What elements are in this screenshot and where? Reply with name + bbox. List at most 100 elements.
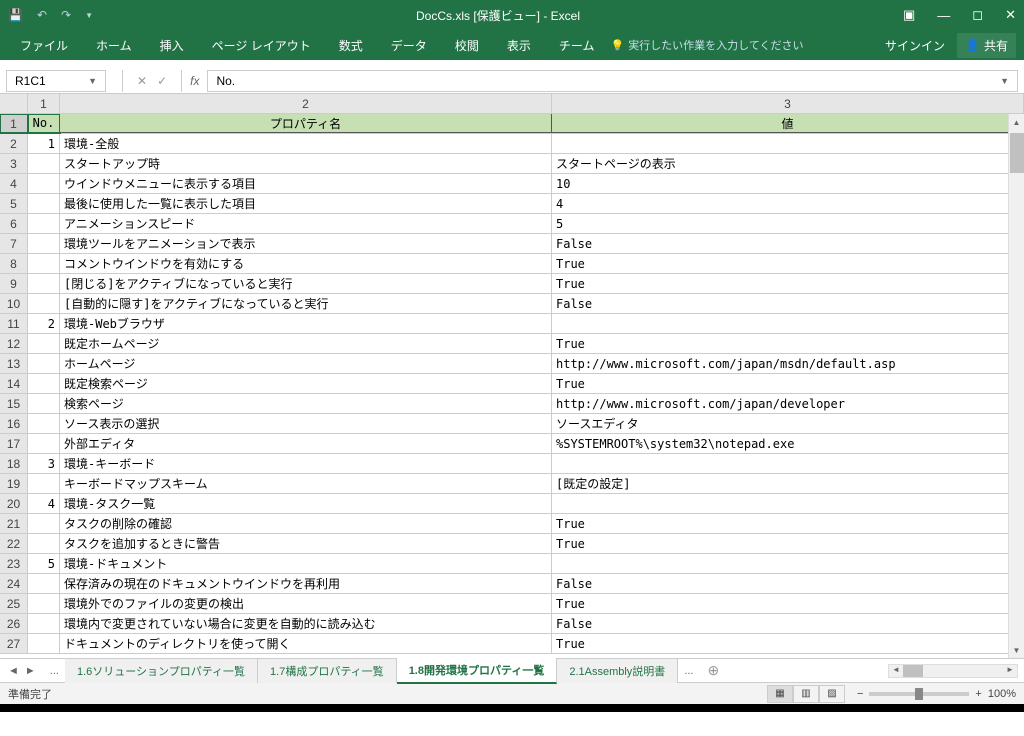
grid-rows[interactable]: 1No.プロパティ名値 21環境-全般3スタートアップ時スタートページの表示4ウ… xyxy=(0,114,1024,658)
cell-no[interactable] xyxy=(28,274,60,293)
cell-no[interactable] xyxy=(28,354,60,373)
cell-no[interactable] xyxy=(28,214,60,233)
tab-prev-icon[interactable]: ◄ xyxy=(8,665,19,677)
tab-layout[interactable]: ページ レイアウト xyxy=(200,31,323,60)
cell-val[interactable]: http://www.microsoft.com/japan/developer xyxy=(552,394,1024,413)
cell-val[interactable]: True xyxy=(552,374,1024,393)
cell-prop[interactable]: [自動的に隠す]をアクティブになっていると実行 xyxy=(60,294,552,313)
share-button[interactable]: 👤共有 xyxy=(957,33,1016,58)
tab-team[interactable]: チーム xyxy=(547,31,607,60)
row-header[interactable]: 2 xyxy=(0,134,28,153)
zoom-slider[interactable] xyxy=(869,692,969,696)
cell-prop[interactable]: 環境内で変更されていない場合に変更を自動的に読み込む xyxy=(60,614,552,633)
row-header[interactable]: 8 xyxy=(0,254,28,273)
cell-prop[interactable]: 保存済みの現在のドキュメントウインドウを再利用 xyxy=(60,574,552,593)
cell-val[interactable] xyxy=(552,494,1024,513)
cell-no[interactable] xyxy=(28,634,60,653)
signin-button[interactable]: サインイン xyxy=(885,37,945,54)
formula-input[interactable]: No. ▼ xyxy=(207,70,1018,92)
row-header[interactable]: 16 xyxy=(0,414,28,433)
cell-no[interactable] xyxy=(28,414,60,433)
cell-prop[interactable]: ウインドウメニューに表示する項目 xyxy=(60,174,552,193)
save-icon[interactable]: 💾 xyxy=(8,8,23,22)
vertical-scrollbar[interactable]: ▲ ▼ xyxy=(1008,114,1024,658)
cell-no[interactable] xyxy=(28,374,60,393)
cell-val[interactable] xyxy=(552,554,1024,573)
row-header[interactable]: 9 xyxy=(0,274,28,293)
cell-val[interactable]: False xyxy=(552,234,1024,253)
row-header[interactable]: 22 xyxy=(0,534,28,553)
undo-icon[interactable]: ↶ xyxy=(37,8,47,22)
sheet-tab-1[interactable]: 1.6ソリューションプロパティ一覧 xyxy=(65,659,258,683)
cell-no[interactable] xyxy=(28,234,60,253)
row-header[interactable]: 3 xyxy=(0,154,28,173)
cell-prop[interactable]: タスクを追加するときに警告 xyxy=(60,534,552,553)
cell-val[interactable]: http://www.microsoft.com/japan/msdn/defa… xyxy=(552,354,1024,373)
row-header[interactable]: 20 xyxy=(0,494,28,513)
tab-insert[interactable]: 挿入 xyxy=(148,31,196,60)
cell-prop[interactable]: ホームページ xyxy=(60,354,552,373)
cell-val[interactable]: 10 xyxy=(552,174,1024,193)
cell-val[interactable]: True xyxy=(552,274,1024,293)
cell-no[interactable]: 5 xyxy=(28,554,60,573)
zoom-out-icon[interactable]: − xyxy=(857,688,863,700)
cell-no[interactable] xyxy=(28,534,60,553)
row-header[interactable]: 15 xyxy=(0,394,28,413)
row-header[interactable]: 17 xyxy=(0,434,28,453)
cell-no[interactable] xyxy=(28,194,60,213)
col-header-2[interactable]: 2 xyxy=(60,94,552,113)
cell-prop[interactable]: 環境外でのファイルの変更の検出 xyxy=(60,594,552,613)
confirm-icon[interactable]: ✓ xyxy=(157,74,167,88)
row-header[interactable]: 12 xyxy=(0,334,28,353)
view-layout-icon[interactable]: ▥ xyxy=(793,685,819,703)
zoom-in-icon[interactable]: + xyxy=(975,688,981,700)
scroll-thumb[interactable] xyxy=(1010,133,1024,173)
cell-no[interactable]: 1 xyxy=(28,134,60,153)
cell-prop[interactable]: 環境ツールをアニメーションで表示 xyxy=(60,234,552,253)
maximize-icon[interactable]: ◻ xyxy=(972,7,983,23)
cell-prop[interactable]: 環境-全般 xyxy=(60,134,552,153)
ribbon-options-icon[interactable]: ▣ xyxy=(903,7,915,23)
cell-no[interactable] xyxy=(28,174,60,193)
row-header[interactable]: 6 xyxy=(0,214,28,233)
cell-prop[interactable]: スタートアップ時 xyxy=(60,154,552,173)
row-header[interactable]: 18 xyxy=(0,454,28,473)
cell-val[interactable]: True xyxy=(552,254,1024,273)
name-box[interactable]: R1C1 ▼ xyxy=(6,70,106,92)
cell-val[interactable]: 5 xyxy=(552,214,1024,233)
qat-dropdown-icon[interactable]: ▼ xyxy=(85,11,93,20)
tab-home[interactable]: ホーム xyxy=(84,31,144,60)
cell-prop[interactable]: 環境-Webブラウザ xyxy=(60,314,552,333)
cell-val[interactable] xyxy=(552,454,1024,473)
cell-no[interactable]: 2 xyxy=(28,314,60,333)
cell-no-header[interactable]: No. xyxy=(28,114,60,133)
cell-val[interactable]: スタートページの表示 xyxy=(552,154,1024,173)
row-header[interactable]: 7 xyxy=(0,234,28,253)
cell-prop-header[interactable]: プロパティ名 xyxy=(60,114,552,133)
row-header[interactable]: 23 xyxy=(0,554,28,573)
sheet-tab-3[interactable]: 1.8開発環境プロパティ一覧 xyxy=(397,658,558,684)
tab-formula[interactable]: 数式 xyxy=(327,31,375,60)
row-header[interactable]: 13 xyxy=(0,354,28,373)
cell-val-header[interactable]: 値 xyxy=(552,114,1024,133)
scroll-down-icon[interactable]: ▼ xyxy=(1009,642,1024,658)
row-header[interactable]: 1 xyxy=(0,114,28,133)
cell-val[interactable]: True xyxy=(552,334,1024,353)
cell-no[interactable] xyxy=(28,394,60,413)
cell-val[interactable]: 4 xyxy=(552,194,1024,213)
row-header[interactable]: 10 xyxy=(0,294,28,313)
cell-no[interactable]: 4 xyxy=(28,494,60,513)
cell-val[interactable]: True xyxy=(552,594,1024,613)
cell-no[interactable] xyxy=(28,434,60,453)
cell-prop[interactable]: 環境-キーボード xyxy=(60,454,552,473)
view-pagebreak-icon[interactable]: ▨ xyxy=(819,685,845,703)
cell-no[interactable] xyxy=(28,514,60,533)
row-header[interactable]: 14 xyxy=(0,374,28,393)
cell-val[interactable]: ソースエディタ xyxy=(552,414,1024,433)
cell-prop[interactable]: アニメーションスピード xyxy=(60,214,552,233)
cell-no[interactable] xyxy=(28,594,60,613)
cancel-icon[interactable]: ✕ xyxy=(137,74,147,88)
cell-prop[interactable]: キーボードマップスキーム xyxy=(60,474,552,493)
tell-me[interactable]: 💡実行したい作業を入力してください xyxy=(610,37,803,53)
cell-no[interactable] xyxy=(28,294,60,313)
